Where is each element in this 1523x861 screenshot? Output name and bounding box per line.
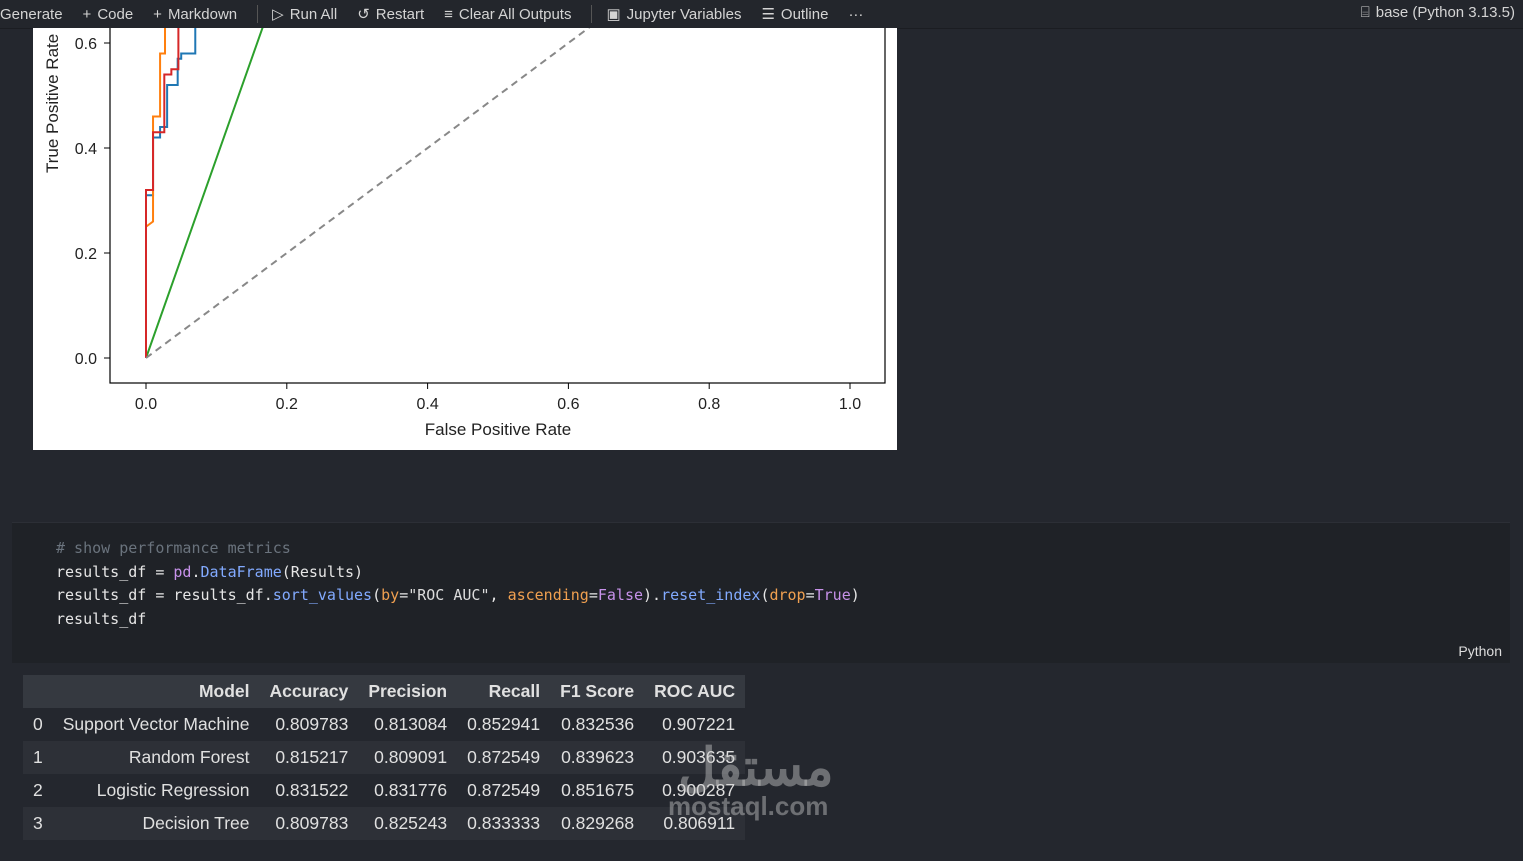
clear-outputs-button[interactable]: ≡ Clear All Outputs [444,6,571,23]
series-line-2 [145,28,264,359]
table-row: 2 Logistic Regression 0.831522 0.831776 0.87… [23,774,745,807]
x-tick-label: 0.4 [416,396,438,413]
table-cell: 0.829268 [550,807,645,840]
roc-plot: 0.0 0.2 0.4 0.6 0.8 1.0 0.0 0.2 0.4 0.6 False Pos… [33,25,897,450]
table-cell: 0.831776 [374,780,448,800]
series-line-4 [145,28,591,359]
header: F1 Score [550,675,645,708]
table-cell: Decision Tree [52,807,260,840]
table-cell: 0.907221 [662,714,736,734]
table-cell: 1 [23,741,53,774]
plot-frame [109,25,886,384]
header: Model [52,675,260,708]
table-row: 1 Random Forest 0.815217 0.809091 0.872549 0.… [23,741,746,774]
x-tick-label: 0.8 [698,396,720,413]
table-cell: 0.872549 [467,780,541,800]
label: Jupyter Variables [626,5,742,23]
label: base (Python 3.13.5) [1375,4,1515,21]
run-icon: ▷ [272,6,284,23]
x-tick-label: 0.2 [276,396,298,413]
roc-chart: 0.0 0.2 0.4 0.6 0.8 1.0 0.0 0.2 0.4 0.6 False Pos… [43,25,886,439]
label: Clear All Outputs [458,5,572,23]
add-markdown-button[interactable]: + Markdown [153,6,237,23]
results-table: Model Accuracy Precision Recall F1 Score ROC … [23,675,746,840]
y-axis-label: True Positive Rate [43,34,62,173]
add-code-button[interactable]: + Code [83,6,134,23]
divider [257,5,259,23]
variables-icon: ▣ [606,6,621,23]
notebook-toolbar: Generate + Code + Markdown ▷ Run All ↺ Resta… [0,0,1523,29]
table-cell: Support Vector Machine [62,714,250,734]
outline-button[interactable]: ☰ Outline [761,5,829,24]
table-cell: 0.815217 [259,741,359,774]
outline-icon: ☰ [761,6,775,23]
table-cell: 0.813084 [374,714,448,734]
x-tick-label: 0.6 [557,396,579,413]
y-tick-label: 0.6 [75,36,97,53]
table-cell: 0.839623 [550,741,645,774]
divider [591,5,593,23]
label: Markdown [167,5,238,23]
watermark: مستقل mostaql.com [668,739,834,821]
table-cell: 0.852941 [467,714,541,734]
plus-icon: + [82,5,92,23]
table-cell: 2 [33,780,43,800]
table-row: 0 Support Vector Machine 0.809783 0.813084 0… [23,708,745,741]
table-header: Model Accuracy Precision Recall F1 Score ROC … [23,675,746,708]
header [23,675,53,708]
header: Accuracy [259,675,359,708]
variables-button[interactable]: ▣ Jupyter Variables [606,5,742,24]
table-cell: Logistic Regression [96,780,250,800]
kernel-icon: ⌸ [1360,4,1370,21]
restart-icon: ↺ [357,6,370,23]
table-cell: 0.833333 [457,807,551,840]
table-cell: 0.825243 [358,807,458,840]
generate-button[interactable]: Generate [0,6,63,23]
label: Code [97,5,134,23]
clear-icon: ≡ [444,5,453,23]
table-cell: 0.809091 [358,741,458,774]
table-cell: 0.831522 [275,780,349,800]
x-tick-label: 1.0 [839,396,861,413]
restart-button[interactable]: ↺ Restart [357,5,425,24]
language-label[interactable]: Python [1458,643,1502,659]
y-tick-label: 0.4 [75,141,97,158]
table-cell: 0 [33,714,43,734]
table-cell: 3 [23,807,53,840]
label: Run All [289,5,338,23]
label: Outline [780,5,829,23]
x-axis-label: False Positive Rate [425,420,571,439]
more-button[interactable]: ··· [848,6,863,23]
header: Precision [358,675,458,708]
kernel-picker[interactable]: ⌸ base (Python 3.13.5) [1361,4,1515,21]
table-cell: 0.832536 [561,714,635,734]
table-cell: 0.872549 [457,741,551,774]
table-cell: Random Forest [52,741,260,774]
header: Recall [457,675,551,708]
y-tick-label: 0.2 [75,246,97,263]
plus-icon: + [153,5,162,23]
label: Restart [375,5,425,23]
table-cell: 0.809783 [259,807,359,840]
code-cell[interactable]: # show performance metrics results_df = … [12,522,1510,663]
series-line-3 [145,28,180,358]
run-all-button[interactable]: ▷ Run All [272,5,338,24]
x-tick-label: 0.0 [135,396,157,413]
code-editor[interactable]: # show performance metrics results_df = … [56,537,860,632]
table-cell: 0.851675 [561,780,635,800]
code-comment: # show performance metrics [56,539,291,557]
table-row: 3 Decision Tree 0.809783 0.825243 0.833333 0.… [23,807,746,840]
table-cell: 0.809783 [275,714,349,734]
header: ROC AUC [644,675,746,708]
y-tick-label: 0.0 [75,351,97,368]
